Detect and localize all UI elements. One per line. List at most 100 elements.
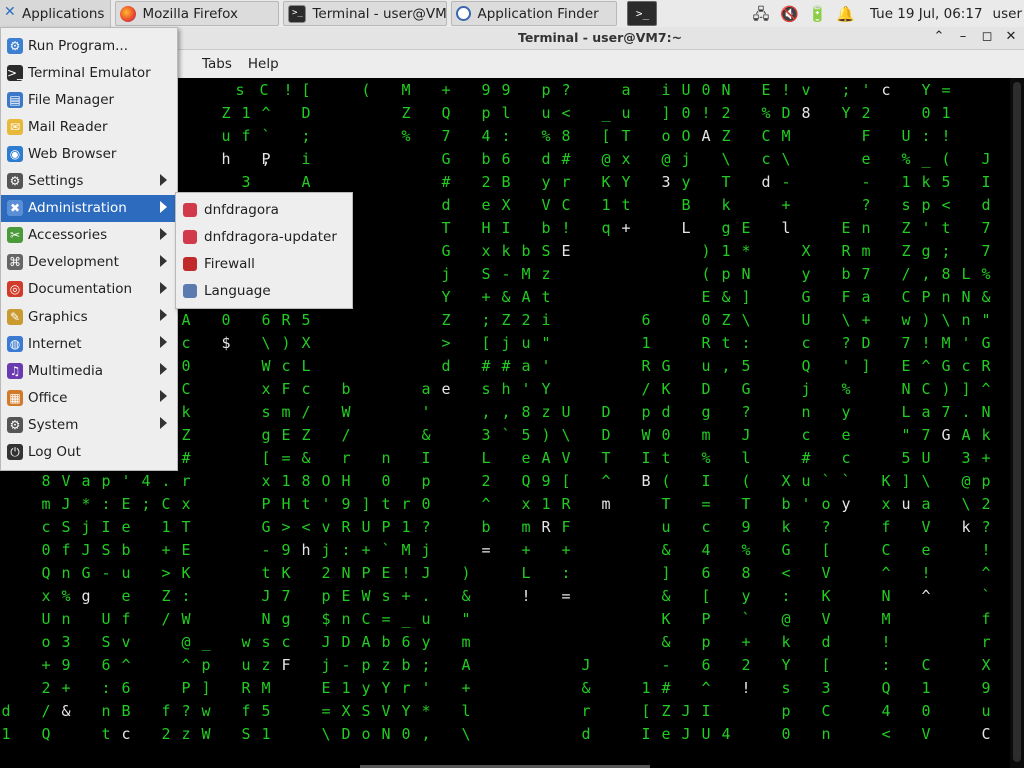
terminal-char: y <box>421 633 431 651</box>
terminal-char: o <box>821 495 831 513</box>
terminal-char: K <box>601 173 611 191</box>
terminal-char: t <box>381 495 391 513</box>
terminal-char: a <box>921 403 931 421</box>
menu-item-administration[interactable]: ✖ Administration <box>1 194 177 222</box>
terminal-char: p <box>201 656 211 674</box>
terminal-char: # <box>801 449 811 467</box>
terminal-char: B <box>121 702 131 720</box>
menu-item-run-program[interactable]: ⚙ Run Program... <box>1 32 177 59</box>
menu-item-documentation[interactable]: ◎ Documentation <box>1 276 177 303</box>
battery-icon[interactable]: 🔋 <box>808 5 827 23</box>
terminal-char: Z <box>181 426 191 444</box>
terminal-char: M <box>521 265 531 283</box>
terminal-launcher-icon[interactable]: >_ <box>627 1 658 26</box>
menu-item-settings[interactable]: ⚙ Settings <box>1 168 177 195</box>
terminal-char: p <box>721 265 731 283</box>
terminal-char: 1 <box>401 518 411 536</box>
terminal-char: w <box>901 311 911 329</box>
terminal-char: 0 <box>181 357 191 375</box>
vertical-scrollbar[interactable] <box>1010 78 1024 768</box>
menu-item-multimedia[interactable]: ♫ Multimedia <box>1 357 177 384</box>
terminal-char: k <box>781 633 791 651</box>
terminal-char: u <box>241 656 251 674</box>
submenu-item-firewall[interactable]: Firewall <box>176 250 352 277</box>
terminal-char: s <box>235 81 245 99</box>
menu-item-file-manager[interactable]: ▤ File Manager <box>1 86 177 113</box>
system-tray: 🖧 🔇 🔋 🔔 Tue 19 Jul, 06:17 user <box>752 0 1024 27</box>
terminal-char: : <box>881 656 891 674</box>
terminal-char: 7 <box>921 426 931 444</box>
terminal-char: c <box>701 518 711 536</box>
menu-item-internet[interactable]: ◍ Internet <box>1 330 177 357</box>
terminal-char: u <box>801 472 811 490</box>
menu-item-graphics[interactable]: ✎ Graphics <box>1 303 177 330</box>
terminal-char: & <box>661 541 671 559</box>
documentation-icon: ◎ <box>7 281 23 298</box>
maximize-icon[interactable]: ◻ <box>980 29 994 44</box>
terminal-char: ? <box>861 196 871 214</box>
menu-item-development[interactable]: ⌘ Development <box>1 249 177 276</box>
menu-item-terminal-emulator[interactable]: >_ Terminal Emulator <box>1 59 177 86</box>
terminal-char: [ <box>561 472 571 490</box>
terminal-char: u <box>981 702 991 720</box>
terminal-char: V <box>921 518 931 536</box>
terminal-char: ) <box>281 334 291 352</box>
terminal-char: ( <box>361 81 371 99</box>
terminal-char: ! <box>921 564 931 582</box>
terminal-char: 0 <box>221 311 231 329</box>
terminal-char: i <box>301 150 311 168</box>
volume-muted-icon[interactable]: 🔇 <box>780 5 799 23</box>
submenu-item-dnfdragora[interactable]: dnfdragora <box>176 196 352 223</box>
restore-icon[interactable]: – <box>956 29 970 44</box>
terminal-char: b <box>401 656 411 674</box>
terminal-char: M <box>401 81 411 99</box>
taskbar-item-terminal[interactable]: >_ Terminal - user@VM... <box>283 1 448 26</box>
network-icon[interactable]: 🖧 <box>752 5 770 23</box>
user-menu[interactable]: user <box>993 6 1022 22</box>
menu-item-web-browser[interactable]: ◉ Web Browser <box>1 140 177 167</box>
terminal-char: ` <box>981 587 991 605</box>
scrollbar-thumb[interactable] <box>1013 82 1021 762</box>
menu-item-accessories[interactable]: ✂ Accessories <box>1 222 177 249</box>
submenu-arrow-icon <box>160 390 167 403</box>
terminal-char: l <box>741 449 751 467</box>
terminal-char: 1 <box>641 334 651 352</box>
terminal-char: m <box>861 242 871 260</box>
close-icon[interactable]: ✕ <box>1004 29 1018 44</box>
terminal-char: n <box>961 311 971 329</box>
menu-item-log-out[interactable]: ⏻ Log Out <box>1 439 177 466</box>
terminal-char: c <box>841 449 851 467</box>
submenu-item-language[interactable]: Language <box>176 277 352 304</box>
terminal-char: A <box>701 127 711 145</box>
terminal-char: z <box>541 265 551 283</box>
terminal-char: [ <box>301 81 311 99</box>
menu-item-mail-reader[interactable]: ✉ Mail Reader <box>1 113 177 140</box>
terminal-char: ] <box>661 104 671 122</box>
taskbar-item-firefox[interactable]: Mozilla Firefox <box>115 1 280 26</box>
terminal-char: u <box>521 334 531 352</box>
terminal-char: t <box>661 449 671 467</box>
clock[interactable]: Tue 19 Jul, 06:17 <box>870 6 983 22</box>
terminal-char: g <box>81 587 91 605</box>
terminal-char: U <box>801 311 811 329</box>
terminal-char: u <box>421 610 431 628</box>
minimize-icon[interactable]: ⌃ <box>932 29 946 44</box>
submenu-item-dnfdragora-updater[interactable]: dnfdragora-updater <box>176 223 352 250</box>
menu-item-system[interactable]: ⚙ System <box>1 411 177 438</box>
menu-item-label: Settings <box>28 173 84 189</box>
terminal-char: J <box>681 725 691 743</box>
terminal-char: = <box>941 81 951 99</box>
taskbar-item-app-finder[interactable]: Application Finder <box>451 1 618 26</box>
submenu-arrow-icon <box>160 254 167 267</box>
terminal-char: < <box>781 564 791 582</box>
applications-menu-button[interactable]: Applications <box>0 0 112 27</box>
menu-item-office[interactable]: ▦ Office <box>1 384 177 411</box>
terminal-char: W <box>201 725 211 743</box>
terminal-char: J <box>61 495 71 513</box>
terminal-titlebar[interactable]: Terminal - user@VM7:~ ⌃ – ◻ ✕ <box>176 27 1024 50</box>
terminal-char: E <box>841 219 851 237</box>
notifications-bell-icon[interactable]: 🔔 <box>836 5 855 23</box>
terminal-char: 3 <box>61 633 71 651</box>
menu-help[interactable]: Help <box>240 56 287 72</box>
menu-tabs[interactable]: Tabs <box>194 56 240 72</box>
